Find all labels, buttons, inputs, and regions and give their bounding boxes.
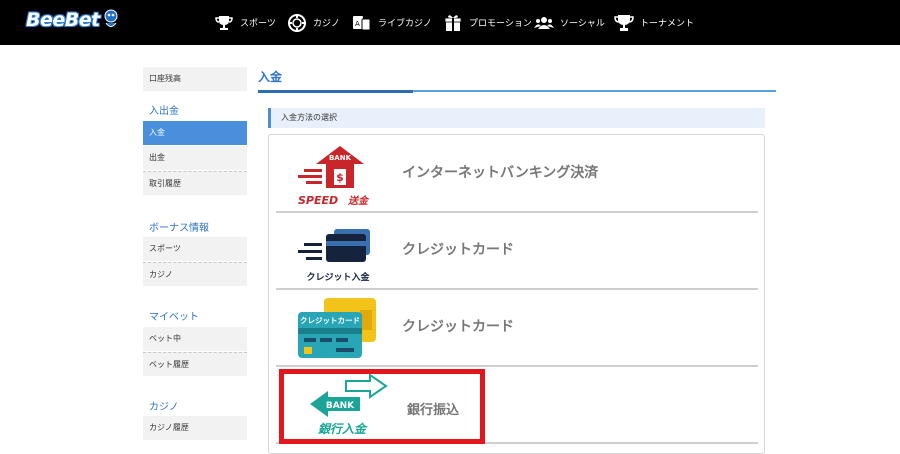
nav-promotion[interactable]: プロモーション <box>443 0 532 45</box>
logo-text: BeeBet <box>26 9 100 31</box>
page-title: 入金 <box>258 70 283 84</box>
sidebar-item-bonus-sports[interactable]: スポーツ <box>143 237 247 261</box>
sidebar-item-bet-history[interactable]: ベット履歴 <box>143 352 247 376</box>
trophy-icon <box>215 15 233 30</box>
sidebar-item-label: カジノ <box>149 270 173 279</box>
sidebar-item-label: ベット中 <box>149 334 181 343</box>
sidebar-item-deposit[interactable]: 入金 <box>143 121 247 145</box>
sidebar-item-active-bets[interactable]: ベット中 <box>143 327 247 351</box>
svg-text:送金: 送金 <box>347 195 370 207</box>
sidebar-heading-casino: カジノ <box>149 402 179 413</box>
nav-casino[interactable]: カジノ <box>287 0 340 45</box>
sidebar-item-label: 出金 <box>149 153 165 162</box>
sidebar-heading-my-bets: マイベット <box>149 312 199 323</box>
method-label: クレジットカード <box>402 319 514 335</box>
method-credit-card-2[interactable]: クレジットカード クレジットカード <box>276 290 758 367</box>
section-header-deposit-method: 入金方法の選択 <box>268 108 765 128</box>
nav-tournament-label: トーナメント <box>640 19 695 29</box>
poker-chip-icon <box>288 13 306 32</box>
nav-promotion-label: プロモーション <box>469 19 532 29</box>
method-label: インターネットバンキング決済 <box>402 165 599 181</box>
sidebar-item-label: 口座残高 <box>149 74 181 83</box>
nav-sports-label: スポーツ <box>240 19 276 29</box>
sidebar-item-transaction-history[interactable]: 取引履歴 <box>143 171 247 195</box>
sidebar-item-bonus-casino[interactable]: カジノ <box>143 262 247 286</box>
nav-live-casino-label: ライブカジノ <box>378 19 432 29</box>
top-navigation-bar: BeeBet スポーツ カジノ A ライブカジノ プロモーション ソーシャル ト… <box>0 0 900 45</box>
bank-house-icon: $ BANK SPEED 送金 <box>298 146 370 207</box>
sidebar-item-casino-history[interactable]: カジノ履歴 <box>143 416 247 440</box>
method-credit-card-1[interactable]: クレジット入金 クレジットカード <box>276 213 758 290</box>
highlight-box-bank-transfer <box>279 369 485 444</box>
svg-text:BANK: BANK <box>329 154 352 162</box>
method-label: クレジットカード <box>402 242 514 258</box>
sidebar-item-label: ベット履歴 <box>149 360 189 369</box>
sidebar-heading-bonus-info: ボーナス情報 <box>149 223 209 234</box>
sidebar-item-label: カジノ履歴 <box>149 423 189 432</box>
people-icon <box>534 16 554 29</box>
sidebar-heading-deposit-withdrawal: 入出金 <box>149 106 179 117</box>
sidebar-item-withdrawal[interactable]: 出金 <box>143 146 247 170</box>
svg-text:クレジット入金: クレジット入金 <box>306 271 370 283</box>
nav-casino-label: カジノ <box>313 19 340 29</box>
bee-mascot-icon <box>104 9 118 27</box>
cup-icon <box>614 14 634 31</box>
svg-text:SPEED: SPEED <box>298 194 338 207</box>
sidebar-item-label: 入金 <box>149 128 165 137</box>
live-casino-icon: A <box>353 15 371 30</box>
gift-icon <box>444 14 462 31</box>
credit-cards-icon: クレジットカード <box>298 298 376 358</box>
sidebar-item-account-balance[interactable]: 口座残高 <box>143 67 247 91</box>
nav-live-casino[interactable]: A ライブカジノ <box>352 0 432 45</box>
title-underline-accent <box>258 90 413 93</box>
method-internet-banking[interactable]: $ BANK SPEED 送金 インターネットバンキング決済 <box>276 136 758 213</box>
svg-text:$: $ <box>336 171 344 184</box>
svg-text:クレジットカード: クレジットカード <box>300 315 360 325</box>
credit-card-speed-icon: クレジット入金 <box>298 229 370 283</box>
nav-tournament[interactable]: トーナメント <box>614 0 694 45</box>
sidebar-item-label: スポーツ <box>149 244 181 253</box>
nav-sports[interactable]: スポーツ <box>214 0 276 45</box>
title-underline <box>413 90 776 92</box>
svg-text:A: A <box>355 20 360 28</box>
nav-social-label: ソーシャル <box>560 19 605 29</box>
nav-social[interactable]: ソーシャル <box>534 0 605 45</box>
sidebar-item-label: 取引履歴 <box>149 179 181 188</box>
site-logo[interactable]: BeeBet <box>26 7 118 35</box>
section-header-label: 入金方法の選択 <box>281 113 337 122</box>
